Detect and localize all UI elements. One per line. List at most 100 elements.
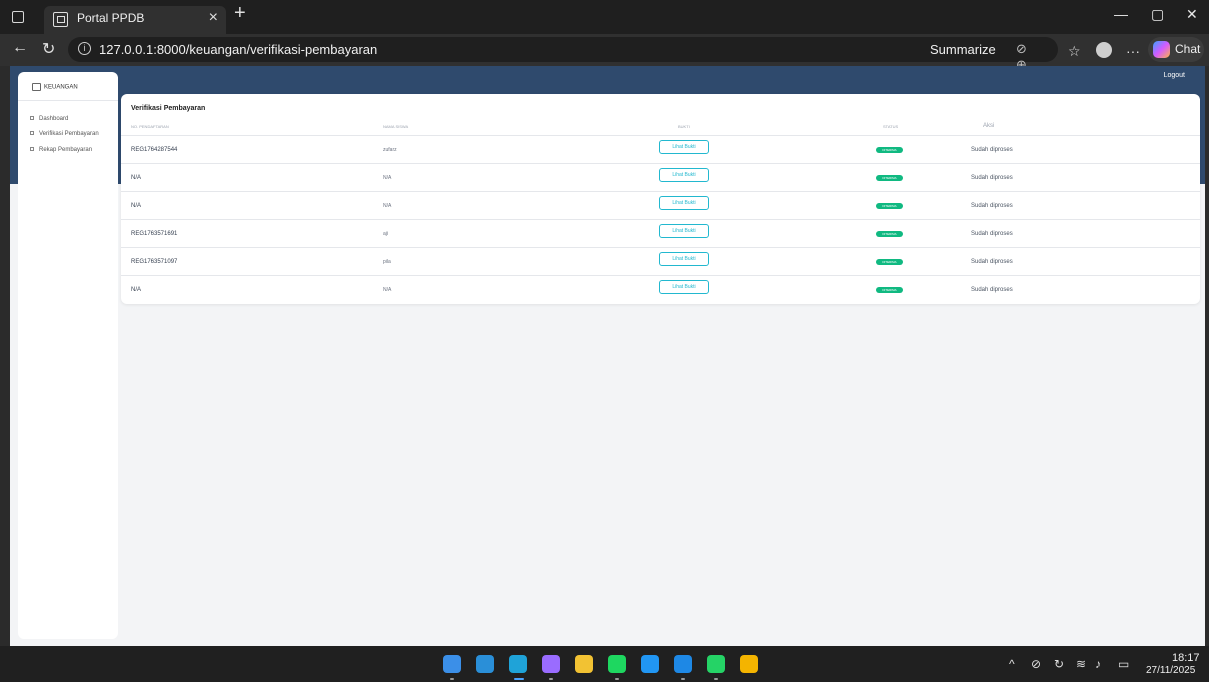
status-badge: Diterima <box>876 259 903 265</box>
refresh-icon[interactable]: ↻ <box>42 39 55 59</box>
wifi-icon[interactable]: ≋ <box>1076 657 1086 671</box>
verification-card: Verifikasi Pembayaran No. Pendaftaran Na… <box>121 94 1200 304</box>
action-text: Sudah diproses <box>971 287 1013 293</box>
sidebar: KEUANGAN Dashboard Verifikasi Pembayaran… <box>18 72 118 639</box>
photos-icon[interactable] <box>674 655 692 673</box>
running-indicator <box>450 678 454 680</box>
chevron-up-icon[interactable]: ^ <box>1009 657 1015 671</box>
verify-icon <box>30 131 34 136</box>
reg-number: REG1763571691 <box>131 231 178 237</box>
reg-number: N/A <box>131 203 142 209</box>
new-tab-icon[interactable]: + <box>234 2 246 25</box>
tab-close-icon[interactable]: × <box>209 9 218 27</box>
battery-icon[interactable]: ▭ <box>1118 657 1129 671</box>
view-proof-button[interactable]: Lihat Bukti <box>659 280 709 294</box>
volume-icon[interactable]: ♪ <box>1095 657 1101 671</box>
status-badge: Diterima <box>876 203 903 209</box>
more-options-icon[interactable]: ··· <box>1126 43 1140 59</box>
close-window-icon[interactable]: ✕ <box>1186 6 1198 23</box>
divider <box>18 100 118 101</box>
status-badge: Diterima <box>876 147 903 153</box>
tab-favicon-icon <box>53 12 68 27</box>
running-indicator <box>714 678 718 680</box>
tab-actions-icon[interactable] <box>12 11 24 23</box>
student-name: N/A <box>383 287 392 293</box>
whatsapp-icon[interactable] <box>707 655 725 673</box>
status-badge: Diterima <box>876 231 903 237</box>
browser-tab[interactable]: Portal PPDB × <box>44 6 226 34</box>
student-name: zufarz <box>383 147 397 153</box>
column-header-bukti: Bukti <box>678 124 690 129</box>
sidebar-item-label: Rekap Pembayaran <box>39 147 93 153</box>
reg-number: N/A <box>131 287 142 293</box>
notification-off-icon[interactable]: ⊘ <box>1031 657 1041 671</box>
view-proof-button[interactable]: Lihat Bukti <box>659 196 709 210</box>
sidebar-item-verifikasi[interactable]: Verifikasi Pembayaran <box>30 131 99 137</box>
reg-number: REG1763571097 <box>131 259 178 265</box>
column-header-status: Status <box>883 124 899 129</box>
action-text: Sudah diproses <box>971 231 1013 237</box>
table-row: REG1763571691 aji Lihat Bukti Diterima S… <box>121 219 1200 247</box>
sidebar-brand: KEUANGAN <box>32 83 78 91</box>
status-badge: Diterima <box>876 175 903 181</box>
minimize-icon[interactable]: — <box>1114 6 1128 22</box>
chrome-icon[interactable] <box>740 655 758 673</box>
dashboard-icon <box>30 116 34 121</box>
site-info-icon[interactable]: i <box>78 42 91 55</box>
reg-number: N/A <box>131 175 142 181</box>
column-header-name: Nama Siswa <box>383 124 409 129</box>
copilot-icon <box>1153 41 1170 58</box>
running-indicator <box>615 678 619 680</box>
windows-taskbar: ^ ⊘ ↻ ≋ ♪ ▭ 18:17 27/11/2025 <box>0 646 1209 682</box>
app-icon[interactable] <box>641 655 659 673</box>
running-indicator <box>681 678 685 680</box>
url-bar[interactable]: i 127.0.0.1:8000/keuangan/verifikasi-pem… <box>68 37 1058 88</box>
address-bar-row: ← ↻ i 127.0.0.1:8000/keuangan/verifikasi… <box>0 34 1209 88</box>
school-icon <box>32 83 41 91</box>
column-header-aksi: Aksi <box>983 123 995 129</box>
url-text[interactable]: 127.0.0.1:8000/keuangan/verifikasi-pemba… <box>99 42 377 57</box>
profile-avatar[interactable] <box>1096 42 1112 58</box>
view-proof-button[interactable]: Lihat Bukti <box>659 168 709 182</box>
chat-label: Chat <box>1175 42 1201 56</box>
windows-start-icon[interactable] <box>443 655 461 673</box>
page-title: Verifikasi Pembayaran <box>131 105 206 112</box>
status-badge: Diterima <box>876 287 903 293</box>
sidebar-item-dashboard[interactable]: Dashboard <box>30 116 68 122</box>
view-proof-button[interactable]: Lihat Bukti <box>659 224 709 238</box>
sync-icon[interactable]: ↻ <box>1054 657 1064 671</box>
action-text: Sudah diproses <box>971 147 1013 153</box>
logout-link[interactable]: Logout <box>1164 72 1185 79</box>
student-name: N/A <box>383 175 392 181</box>
favorites-icon[interactable]: ☆ <box>1068 43 1081 60</box>
action-text: Sudah diproses <box>971 203 1013 209</box>
sidebar-item-rekap[interactable]: Rekap Pembayaran <box>30 147 92 153</box>
view-proof-button[interactable]: Lihat Bukti <box>659 252 709 266</box>
clock-date[interactable]: 27/11/2025 <box>1146 665 1195 676</box>
student-name: N/A <box>383 203 392 209</box>
table-row: N/A N/A Lihat Bukti Diterima Sudah dipro… <box>121 275 1200 303</box>
table-row: N/A N/A Lihat Bukti Diterima Sudah dipro… <box>121 163 1200 191</box>
back-icon[interactable]: ← <box>12 39 28 57</box>
table-row: REG1764287544 zufarz Lihat Bukti Diterim… <box>121 135 1200 163</box>
clock-time[interactable]: 18:17 <box>1172 652 1200 664</box>
browser-titlebar: Portal PPDB × + — ▢ ✕ <box>0 0 1209 34</box>
sidebar-item-label: Verifikasi Pembayaran <box>39 131 99 137</box>
file-explorer-icon[interactable] <box>575 655 593 673</box>
student-name: pila <box>383 259 391 265</box>
vscode-icon[interactable] <box>476 655 494 673</box>
restore-icon[interactable]: ▢ <box>1151 6 1164 23</box>
copilot-chat-button[interactable]: Chat <box>1148 37 1204 62</box>
reg-number: REG1764287544 <box>131 147 178 153</box>
table-row: REG1763571097 pila Lihat Bukti Diterima … <box>121 247 1200 275</box>
active-indicator <box>514 678 524 680</box>
copilot-app-icon[interactable] <box>542 655 560 673</box>
spotify-icon[interactable] <box>608 655 626 673</box>
action-text: Sudah diproses <box>971 259 1013 265</box>
edge-icon[interactable] <box>509 655 527 673</box>
running-indicator <box>549 678 553 680</box>
view-proof-button[interactable]: Lihat Bukti <box>659 140 709 154</box>
summarize-button[interactable]: Summarize <box>930 42 996 57</box>
brand-label: KEUANGAN <box>44 84 78 91</box>
action-text: Sudah diproses <box>971 175 1013 181</box>
